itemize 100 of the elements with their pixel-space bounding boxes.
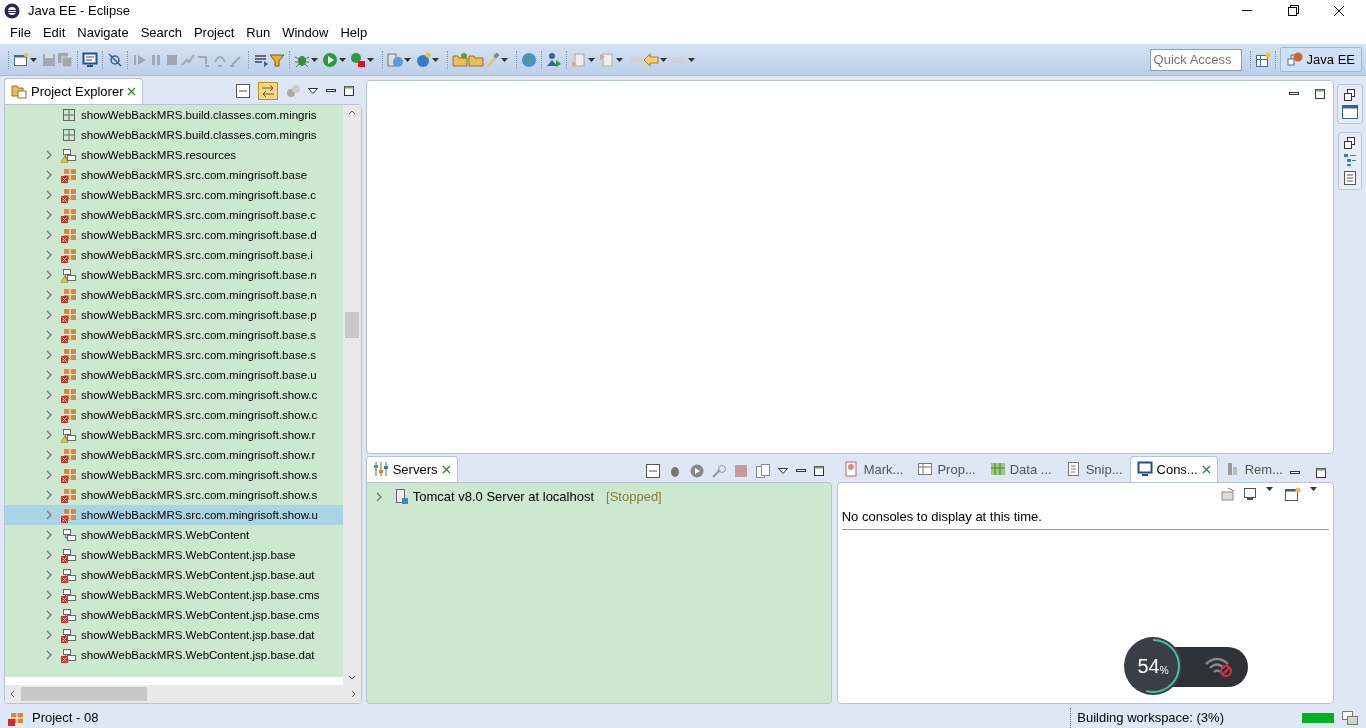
caret-icon[interactable]	[1310, 487, 1317, 491]
console-message: No consoles to display at this time.	[841, 507, 1329, 530]
menu-item[interactable]: Search	[134, 22, 188, 44]
tree-item[interactable]: showWebBackMRS.WebContent.jsp.base	[81, 545, 296, 565]
tree-item[interactable]: showWebBackMRS.WebContent.jsp.base.dat	[81, 625, 315, 645]
caret-icon[interactable]	[688, 57, 695, 62]
view-tab[interactable]: Cons...	[1129, 455, 1218, 482]
tree-item[interactable]: showWebBackMRS.src.com.mingrisoft.base.d	[81, 225, 317, 245]
tree-item[interactable]: showWebBackMRS.src.com.mingrisoft.show.c	[81, 405, 318, 425]
app-logo-icon	[4, 3, 20, 19]
scroll-up-icon[interactable]	[347, 109, 356, 115]
scrollbar-thumb[interactable]	[344, 312, 359, 338]
tree-item[interactable]: showWebBackMRS.src.com.mingrisoft.base.c	[81, 185, 316, 205]
scrollbar-thumb[interactable]	[21, 687, 147, 701]
quick-access-field[interactable]: Quick Access	[1149, 48, 1242, 71]
monitor-icon[interactable]	[82, 51, 98, 68]
tree-item[interactable]: showWebBackMRS.src.com.mingrisoft.show.r	[81, 425, 316, 445]
maximize-icon[interactable]	[343, 86, 354, 96]
view-tab[interactable]: Rem...	[1217, 455, 1290, 482]
caret-icon[interactable]	[660, 57, 667, 62]
caret-icon[interactable]	[30, 57, 37, 62]
caret-icon[interactable]	[404, 57, 411, 62]
new-file-icon[interactable]	[13, 51, 29, 68]
menu-item[interactable]: Edit	[36, 22, 72, 44]
tree-item[interactable]: showWebBackMRS.src.com.mingrisoft.base.s	[81, 325, 316, 345]
caret-icon[interactable]	[1266, 487, 1273, 491]
open-perspective-icon[interactable]	[1254, 51, 1271, 68]
console-icon	[1136, 461, 1153, 478]
perspective-button[interactable]: Java EE	[1279, 46, 1362, 73]
run-tool-icon[interactable]	[350, 51, 366, 68]
view-tab[interactable]: Data ...	[982, 455, 1059, 482]
caret-icon[interactable]	[616, 57, 623, 62]
tree-item[interactable]: showWebBackMRS.src.com.mingrisoft.base	[81, 165, 308, 185]
scroll-right-icon[interactable]	[350, 690, 357, 698]
tree-item[interactable]: showWebBackMRS.src.com.mingrisoft.base.s	[81, 345, 316, 365]
view-menu-icon[interactable]	[307, 88, 318, 94]
view-menu-icon[interactable]	[777, 468, 788, 474]
caret-icon[interactable]	[588, 57, 595, 62]
menu-item[interactable]: Project	[187, 22, 241, 44]
restore-icon[interactable]	[1344, 137, 1356, 149]
caret-icon[interactable]	[311, 57, 318, 62]
tree-item[interactable]: showWebBackMRS.src.com.mingrisoft.show.s	[81, 465, 318, 485]
tree-item[interactable]: showWebBackMRS.build.classes.com.mingris	[81, 125, 317, 145]
menu-item[interactable]: File	[4, 22, 37, 44]
run-icon[interactable]	[689, 464, 704, 478]
server-name[interactable]: Tomcat v8.0 Server at localhost	[412, 487, 595, 507]
scroll-down-icon[interactable]	[347, 675, 356, 681]
restore-icon[interactable]	[1344, 89, 1356, 101]
menu-item[interactable]: Navigate	[71, 22, 135, 44]
tree-item[interactable]: showWebBackMRS.WebContent.jsp.base.aut	[81, 565, 315, 585]
tree-item[interactable]: showWebBackMRS.src.com.mingrisoft.show.r	[81, 445, 316, 465]
menu-item[interactable]: Help	[334, 22, 374, 44]
close-icon[interactable]	[1201, 464, 1211, 474]
caret-icon[interactable]	[339, 57, 346, 62]
run-icon[interactable]	[322, 51, 338, 68]
view-tab[interactable]: Prop...	[910, 455, 983, 482]
collapse-all-icon[interactable]	[645, 464, 660, 478]
tree-item[interactable]: showWebBackMRS.src.com.mingrisoft.show.c	[81, 385, 318, 405]
view-tab[interactable]: Snip...	[1058, 455, 1130, 482]
tree-item[interactable]: showWebBackMRS.WebContent.jsp.base.cms	[81, 585, 320, 605]
caret-icon[interactable]	[432, 57, 439, 62]
caret-icon[interactable]	[367, 57, 374, 62]
tree-item[interactable]: showWebBackMRS.build.classes.com.mingris	[81, 105, 317, 125]
close-icon[interactable]	[441, 464, 451, 474]
maximize-icon[interactable]	[1315, 89, 1325, 99]
view-tab[interactable]: Mark...	[836, 455, 911, 482]
menu-item[interactable]: Window	[276, 22, 335, 44]
filter-icon[interactable]	[285, 84, 300, 98]
save-all-icon[interactable]	[57, 51, 73, 68]
scroll-left-icon[interactable]	[9, 690, 15, 698]
task-list-icon[interactable]	[1344, 171, 1356, 185]
servers-tab[interactable]: Servers	[365, 455, 458, 482]
close-icon[interactable]	[127, 86, 137, 96]
tree-item[interactable]: showWebBackMRS.WebContent.jsp.base.dat	[81, 645, 315, 665]
collapse-all-icon[interactable]	[235, 84, 250, 98]
link-editor-icon[interactable]	[257, 82, 278, 100]
tree-item[interactable]: showWebBackMRS.src.com.mingrisoft.base.n	[81, 285, 317, 305]
tree-item[interactable]: showWebBackMRS.src.com.mingrisoft.base.c	[81, 205, 316, 225]
outline-icon[interactable]	[1343, 153, 1357, 167]
window-icon[interactable]	[1342, 105, 1358, 119]
tree-item[interactable]: showWebBackMRS.src.com.mingrisoft.base.u	[81, 365, 317, 385]
caret-icon[interactable]	[501, 57, 508, 62]
tree-item[interactable]: showWebBackMRS.resources	[81, 145, 237, 165]
windows-icon[interactable]	[1342, 711, 1358, 725]
project-explorer-tab[interactable]: Project Explorer	[4, 77, 144, 104]
stop-icon[interactable]	[733, 464, 748, 478]
server-state: [Stopped]	[606, 488, 662, 506]
maximize-icon[interactable]	[813, 466, 824, 476]
tree-item[interactable]: showWebBackMRS.src.com.mingrisoft.base.n	[81, 265, 317, 285]
tree-item[interactable]: showWebBackMRS.src.com.mingrisoft.base.p	[81, 305, 317, 325]
tree-item[interactable]: showWebBackMRS.WebContent	[81, 525, 250, 545]
menu-item[interactable]: Run	[240, 22, 277, 44]
gauge-unit: %	[1159, 664, 1169, 678]
tree-item[interactable]: showWebBackMRS.src.com.mingrisoft.base.i	[81, 245, 313, 265]
maximize-icon[interactable]	[1316, 468, 1326, 478]
globe-icon[interactable]	[521, 51, 537, 68]
tree-item[interactable]: showWebBackMRS.src.com.mingrisoft.show.s	[81, 485, 318, 505]
tree-item[interactable]: showWebBackMRS.WebContent.jsp.base.cms	[81, 605, 320, 625]
filter-icon[interactable]	[269, 51, 285, 68]
open-folder-icon[interactable]	[452, 51, 468, 68]
